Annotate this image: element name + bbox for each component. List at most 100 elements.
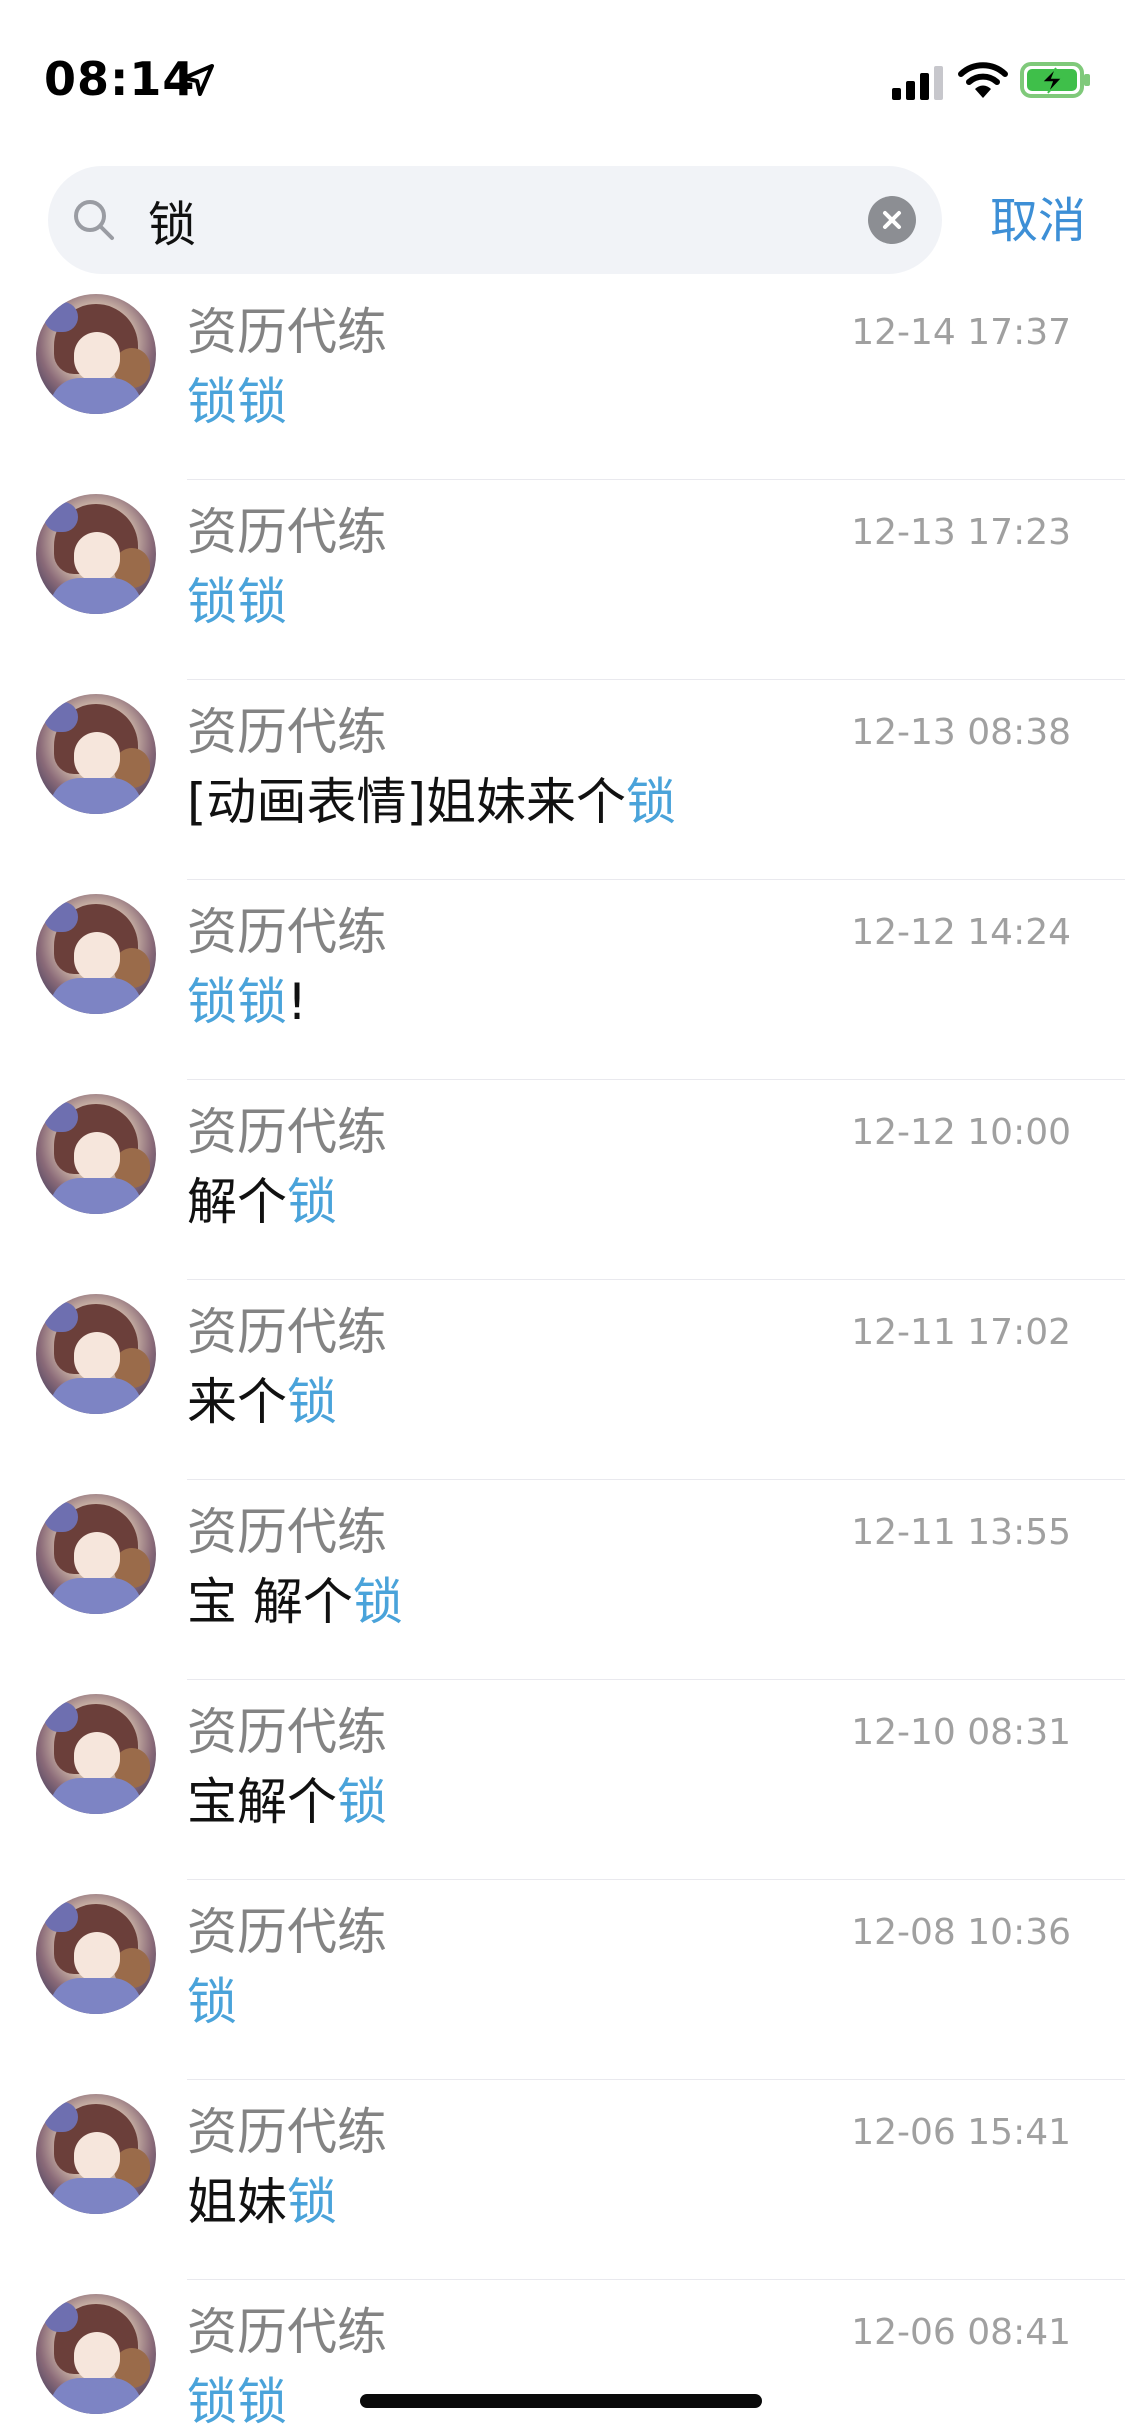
matched-text: 锁: [287, 1173, 337, 1231]
avatar-dress: [50, 2378, 142, 2414]
avatar-dress: [50, 1578, 142, 1614]
avatar[interactable]: [36, 1294, 156, 1414]
avatar-dress: [50, 378, 142, 414]
search-results-list: 资历代练 12-14 17:37 锁锁 资历代练 12-13 17:23 锁锁 资历代练 12…: [0, 280, 1125, 2436]
avatar-face: [74, 332, 120, 382]
avatar-face: [74, 932, 120, 982]
result-row[interactable]: 资历代练 12-06 15:41 姐妹锁: [0, 2080, 1125, 2280]
avatar[interactable]: [36, 2094, 156, 2214]
avatar-dress: [50, 578, 142, 614]
avatar-face: [74, 732, 120, 782]
search-bar[interactable]: [48, 166, 942, 274]
message-time: 12-08 10:36: [851, 1912, 1071, 1953]
status-time: 08:14: [44, 52, 196, 106]
result-row[interactable]: 资历代练 12-13 08:38 [动画表情]姐妹来个锁: [0, 680, 1125, 880]
avatar-dress: [50, 2178, 142, 2214]
avatar[interactable]: [36, 1694, 156, 1814]
sender-name: 资历代练: [187, 2103, 387, 2161]
sender-name: 资历代练: [187, 1703, 387, 1761]
message-time: 12-10 08:31: [851, 1712, 1071, 1753]
avatar[interactable]: [36, 294, 156, 414]
avatar[interactable]: [36, 494, 156, 614]
avatar[interactable]: [36, 1094, 156, 1214]
avatar-face: [74, 1732, 120, 1782]
matched-text: 锁: [187, 1973, 237, 2031]
message-time: 12-14 17:37: [851, 312, 1071, 353]
avatar-flower: [44, 702, 78, 732]
message-text: 解个: [187, 1173, 287, 1231]
message-time: 12-11 17:02: [851, 1312, 1071, 1353]
avatar[interactable]: [36, 1494, 156, 1614]
avatar-dress: [50, 1378, 142, 1414]
message-snippet: 锁锁!: [187, 962, 307, 1034]
avatar-face: [74, 2332, 120, 2382]
message-text: 宝 解个: [187, 1573, 353, 1631]
sender-name: 资历代练: [187, 1103, 387, 1161]
result-row[interactable]: 资历代练 12-11 13:55 宝 解个锁: [0, 1480, 1125, 1680]
sender-name: 资历代练: [187, 303, 387, 361]
avatar-face: [74, 1532, 120, 1582]
home-indicator[interactable]: [360, 2394, 762, 2408]
result-row[interactable]: 资历代练 12-10 08:31 宝解个锁: [0, 1680, 1125, 1880]
message-snippet: 锁锁: [187, 2362, 287, 2434]
sender-name: 资历代练: [187, 903, 387, 961]
message-snippet: 锁锁: [187, 562, 287, 634]
message-text: 来个: [187, 1373, 287, 1431]
avatar[interactable]: [36, 1894, 156, 2014]
message-snippet: 锁锁: [187, 362, 287, 434]
cellular-signal-icon: [892, 66, 943, 100]
message-snippet: 姐妹锁: [187, 2162, 337, 2234]
message-time: 12-12 14:24: [851, 912, 1071, 953]
avatar-flower: [44, 302, 78, 332]
avatar-face: [74, 2132, 120, 2182]
message-snippet: 来个锁: [187, 1362, 337, 1434]
matched-text: 锁锁: [187, 373, 287, 431]
message-snippet: [动画表情]姐妹来个锁: [187, 762, 676, 834]
message-time: 12-13 08:38: [851, 712, 1071, 753]
message-text: [动画表情]姐妹来个: [187, 773, 627, 831]
message-time: 12-13 17:23: [851, 512, 1071, 553]
avatar-face: [74, 1132, 120, 1182]
result-row[interactable]: 资历代练 12-08 10:36 锁: [0, 1880, 1125, 2080]
cancel-button[interactable]: 取消: [990, 186, 1086, 256]
result-row[interactable]: 资历代练 12-13 17:23 锁锁: [0, 480, 1125, 680]
wifi-icon: [958, 62, 1008, 98]
search-input[interactable]: [148, 166, 798, 274]
clear-icon: [883, 211, 901, 229]
message-snippet: 宝解个锁: [187, 1762, 387, 1834]
avatar[interactable]: [36, 694, 156, 814]
result-row[interactable]: 资历代练 12-11 17:02 来个锁: [0, 1280, 1125, 1480]
result-row[interactable]: 资历代练 12-06 08:41 锁锁: [0, 2280, 1125, 2436]
sender-name: 资历代练: [187, 703, 387, 761]
message-text: !: [287, 973, 308, 1031]
avatar-dress: [50, 1978, 142, 2014]
matched-text: 锁: [287, 2173, 337, 2231]
avatar-flower: [44, 1502, 78, 1532]
message-snippet: 宝 解个锁: [187, 1562, 403, 1634]
avatar-flower: [44, 1902, 78, 1932]
matched-text: 锁: [352, 1573, 403, 1631]
avatar-flower: [44, 2302, 78, 2332]
result-row[interactable]: 资历代练 12-14 17:37 锁锁: [0, 280, 1125, 480]
matched-text: 锁锁: [187, 573, 287, 631]
avatar[interactable]: [36, 894, 156, 1014]
avatar-flower: [44, 902, 78, 932]
message-text: 姐妹: [187, 2173, 287, 2231]
matched-text: 锁: [337, 1773, 387, 1831]
matched-text: 锁锁: [187, 2373, 287, 2431]
search-screen: 08:14 锁 取消 资历代练 12-14 17:37 锁锁 资历代练 12-1…: [0, 0, 1125, 2436]
avatar-flower: [44, 1302, 78, 1332]
matched-text: 锁: [626, 773, 677, 831]
avatar-flower: [44, 1102, 78, 1132]
avatar-flower: [44, 502, 78, 532]
avatar-face: [74, 1932, 120, 1982]
search-icon: [74, 200, 114, 240]
result-row[interactable]: 资历代练 12-12 14:24 锁锁!: [0, 880, 1125, 1080]
message-time: 12-11 13:55: [851, 1512, 1071, 1553]
avatar[interactable]: [36, 2294, 156, 2414]
message-time: 12-06 15:41: [851, 2112, 1071, 2153]
message-snippet: 锁: [187, 1962, 237, 2034]
result-row[interactable]: 资历代练 12-12 10:00 解个锁: [0, 1080, 1125, 1280]
clear-search-button[interactable]: [868, 196, 916, 244]
avatar-flower: [44, 1702, 78, 1732]
